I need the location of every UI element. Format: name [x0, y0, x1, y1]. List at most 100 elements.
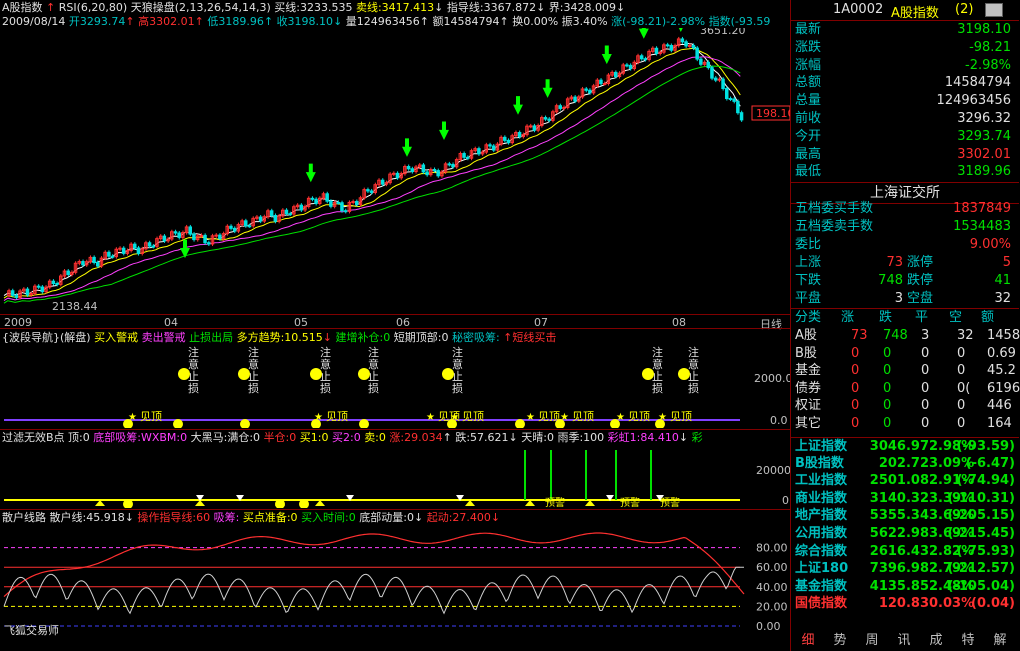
panel3-item: 买点准备:0 — [242, 511, 298, 524]
candle-body — [503, 136, 507, 141]
tab-0[interactable]: 细 — [795, 631, 821, 651]
panel3-chart[interactable]: 80.00 60.00 40.00 20.00 0.00 — [0, 524, 790, 630]
tab-3[interactable]: 讯 — [891, 631, 917, 651]
panel1-annotation-char: 损 — [320, 381, 331, 395]
candle-body — [55, 283, 59, 286]
panel2-chart[interactable]: 预警 预警 预警 20000 0 — [0, 444, 790, 508]
moving-average-line — [3, 56, 741, 302]
breadth-cell: 0 — [921, 415, 930, 431]
breadth-header-cell: 分类 — [795, 310, 822, 325]
up-down-row: 下跌 748 跌停 41 — [795, 273, 1011, 288]
candle-body — [547, 118, 551, 121]
star-icon: ★ — [426, 412, 435, 423]
quote-value: 124963456 — [936, 93, 1011, 109]
index-value: 7396.98 — [869, 561, 929, 577]
top-marker-label: 见顶 — [628, 410, 650, 423]
chart-area[interactable]: A股指数 ↑ RSI(6,20,80) 天狼操盘(2,13,26,54,14,3… — [0, 0, 790, 651]
index-row[interactable]: 上证180 7396.98 2.79% (-212.57) — [791, 560, 1019, 578]
index-row[interactable]: 公用指数 5622.98 3.69% (-215.45) — [791, 525, 1019, 543]
star-icon: ★ — [616, 412, 625, 423]
breadth-cell: 0 — [921, 380, 930, 396]
candle-body — [532, 125, 537, 131]
index-row[interactable]: 工业指数 2501.08 2.91% (-74.94) — [791, 472, 1019, 490]
index-row[interactable]: B股指数 202.72 3.09% (-6.47) — [791, 455, 1019, 473]
quote-value: 14584794 — [944, 75, 1011, 91]
quote-panel-header: 1A0002 A股指数 (2) — [791, 0, 1019, 21]
stock-code: 1A0002 — [833, 2, 884, 17]
breadth-cell: 0 — [957, 415, 966, 431]
quote-row: 总额 14584794 — [791, 74, 1019, 92]
tab-4[interactable]: 成 — [923, 631, 949, 651]
top-marker-label: 见顶 — [538, 410, 560, 423]
panel1-annotation-char: 注 — [248, 345, 259, 359]
candle-body — [207, 242, 211, 245]
candle-body — [477, 148, 481, 155]
quote-value: 3189.96 — [957, 164, 1011, 180]
index-value: 3140.32 — [869, 490, 929, 506]
divider — [0, 314, 790, 315]
breadth-header-cell: 空 — [949, 310, 963, 325]
candlestick-chart[interactable]: 3651.20 2138.44 198.10 — [0, 28, 790, 328]
quote-open: 开3293.74 — [68, 15, 126, 28]
candle-body — [654, 47, 659, 54]
breadth-cell: 0 — [957, 345, 966, 361]
candle-body — [706, 61, 710, 69]
stock-num: (2) — [955, 2, 974, 17]
indicator-name: RSI(6,20,80) — [58, 1, 128, 14]
divider — [0, 429, 790, 430]
panel3-y-label: 60.00 — [756, 561, 788, 574]
tab-1[interactable]: 势 — [827, 631, 853, 651]
index-row[interactable]: 综合指数 2616.43 2.82% (-75.93) — [791, 543, 1019, 561]
star-icon: ★ — [128, 412, 137, 423]
panel3-item: 吸筹: — [213, 511, 240, 524]
breadth-row: 基金 0 0 0 0 45.2 — [791, 362, 1019, 380]
panel3-item: 底部动量:0 — [359, 511, 414, 524]
top-marker-label: 见顶 — [326, 410, 348, 423]
panel1-annotation-char: 注 — [188, 345, 199, 359]
candle-body — [462, 153, 466, 158]
panel2-item: 底部吸筹:WXBM:0 — [93, 431, 188, 444]
window-icon[interactable] — [985, 3, 1003, 17]
tab-6[interactable]: 解 — [987, 631, 1013, 651]
breadth-cell: 0 — [883, 415, 892, 431]
moving-average-line — [3, 42, 741, 297]
index-value: 4135.85 — [869, 578, 929, 594]
panel3-title: 散户线路 — [2, 511, 46, 524]
index-row[interactable]: 国债指数 120.83 0.03% (0.04) — [791, 595, 1019, 613]
candle-body — [447, 163, 451, 166]
index-row[interactable]: 上证指数 3046.97 2.98% (-93.59) — [791, 437, 1019, 456]
index-change: (-215.45) — [947, 526, 1015, 541]
candle-body — [199, 234, 204, 237]
panel1-item: 秘密吸筹: — [451, 331, 500, 344]
volume-bar — [524, 450, 526, 500]
panel1-chart[interactable]: 注意止损注意止损注意止损注意止损注意止损注意止损注意止损★ 见顶 ★ 见顶 ★ 见顶★ 见顶… — [0, 344, 790, 428]
retail-line — [3, 566, 744, 615]
volume-bar — [585, 450, 587, 500]
breadth-header-cell: 跌 — [879, 310, 893, 325]
breadth-cell: 6196 — [987, 380, 1020, 396]
panel2-title: 过滤无效B点 — [2, 431, 65, 444]
index-name: 基金指数 — [795, 578, 848, 594]
index-change: (-205.15) — [947, 508, 1015, 524]
quote-label: 涨跌 — [795, 39, 822, 55]
index-name: 国债指数 — [795, 596, 848, 612]
candle-body — [528, 125, 533, 128]
index-name: 综合指数 — [795, 543, 848, 559]
index-row[interactable]: 商业指数 3140.32 3.39% (-110.31) — [791, 490, 1019, 508]
index-row[interactable]: 基金指数 4135.85 2.48% (-105.04) — [791, 578, 1019, 596]
candle-body — [229, 225, 233, 229]
tab-2[interactable]: 周 — [859, 631, 885, 651]
quote-turnover: 换0.00% — [512, 15, 559, 28]
breadth-header-cell: 平 — [915, 310, 929, 325]
index-row[interactable]: 地产指数 5355.34 3.69% (-205.15) — [791, 507, 1019, 525]
divider — [0, 328, 790, 329]
top-marker-label: 见顶 — [462, 410, 484, 423]
panel3-item: 起动:27.400 — [426, 511, 491, 524]
tab-bar: 细势周讯成特解 — [791, 629, 1019, 651]
tab-5[interactable]: 特 — [955, 631, 981, 651]
quote-amplitude: 振3.40% — [561, 15, 608, 28]
breadth-cell: 0 — [957, 363, 966, 378]
breadth-cell: 1458 — [987, 328, 1020, 343]
candle-body — [203, 234, 207, 244]
buy-arrow-icon — [678, 28, 683, 32]
